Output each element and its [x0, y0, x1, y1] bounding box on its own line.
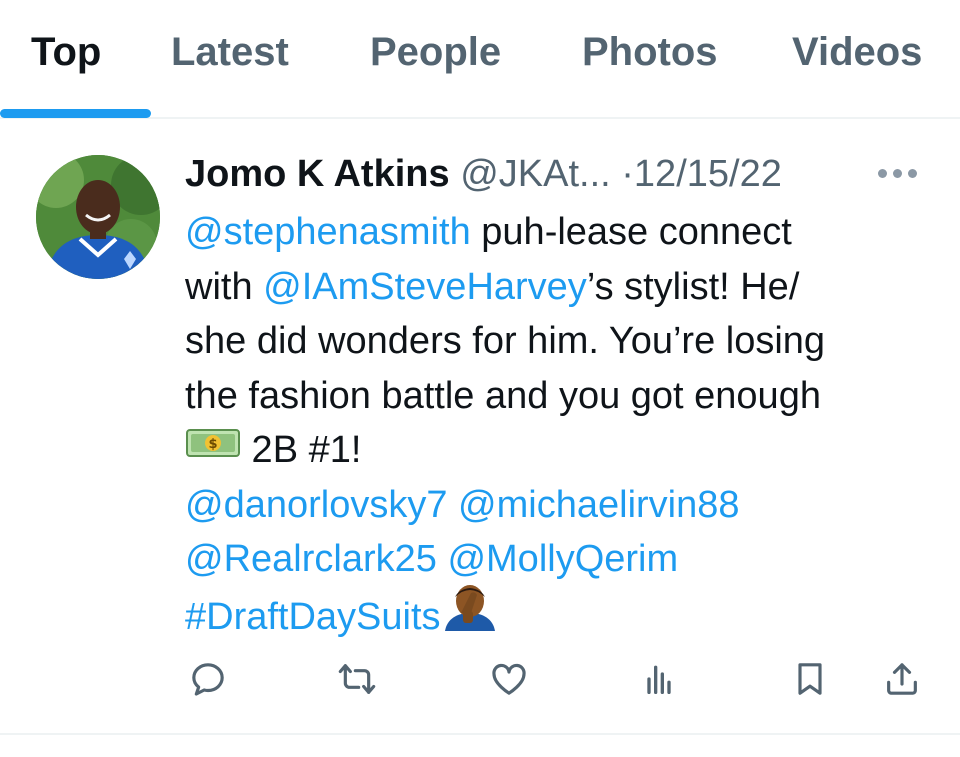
tab-people[interactable]: People: [370, 28, 501, 76]
tweet-header: Jomo K Atkins @JKAt... ·12/15/22: [185, 149, 782, 199]
tweet-text-segment: ’s stylist! He/: [586, 265, 800, 308]
tweet-line: @Realrclark25 @MollyQerim: [185, 532, 945, 587]
tweet-text-segment: 2B #1!: [241, 429, 362, 471]
tweet-line: the fashion battle and you got enough: [185, 374, 821, 417]
mention-link[interactable]: @IAmSteveHarvey: [263, 266, 587, 308]
tweet-text-segment: with: [185, 265, 264, 308]
user-handle[interactable]: @JKAt...: [460, 153, 611, 195]
tweet-text: @stephenasmith puh-lease connect with @I…: [185, 205, 945, 641]
more-options-icon[interactable]: [876, 163, 920, 183]
tweet-date[interactable]: 12/15/22: [634, 153, 782, 195]
like-icon[interactable]: [487, 657, 531, 701]
search-tabs: Top Latest People Photos Videos: [0, 0, 960, 119]
money-with-dollar-bill-emoji: $: [185, 421, 241, 476]
tweet-line: #DraftDaySuits: [185, 584, 945, 642]
tweet-line: @stephenasmith puh-lease connect: [185, 205, 945, 260]
tab-top[interactable]: Top: [31, 28, 101, 76]
bookmark-icon[interactable]: [788, 657, 832, 701]
views-icon[interactable]: [637, 657, 681, 701]
active-tab-indicator: [0, 109, 151, 118]
mention-link[interactable]: @danorlovsky7: [185, 484, 447, 526]
avatar[interactable]: [36, 155, 160, 279]
mention-link[interactable]: @stephenasmith: [185, 211, 471, 253]
tweet-line: @danorlovsky7 @michaelirvin88: [185, 478, 945, 533]
tweet-line: $ 2B #1!: [185, 423, 945, 478]
face-palm-emoji: [441, 583, 499, 647]
tweet-line: she did wonders for him. You’re losing: [185, 320, 826, 362]
retweet-icon[interactable]: [335, 657, 379, 701]
tweet-line: with @IAmSteveHarvey’s stylist! He/: [185, 260, 945, 315]
display-name[interactable]: Jomo K Atkins: [185, 153, 450, 195]
mention-link[interactable]: @MollyQerim: [447, 538, 678, 580]
mention-link[interactable]: @michaelirvin88: [458, 484, 739, 526]
tweet-text-segment: puh-lease connect: [470, 211, 792, 253]
svg-text:$: $: [208, 437, 217, 452]
separator-dot: ·: [621, 153, 634, 195]
tab-videos[interactable]: Videos: [792, 28, 922, 76]
tweet[interactable]: Jomo K Atkins @JKAt... ·12/15/22 @stephe…: [0, 121, 960, 735]
reply-icon[interactable]: [186, 657, 230, 701]
hashtag-link[interactable]: #DraftDaySuits: [185, 595, 441, 637]
tab-photos[interactable]: Photos: [582, 28, 718, 76]
tab-latest[interactable]: Latest: [171, 28, 289, 76]
share-icon[interactable]: [880, 657, 924, 701]
tweet-action-bar: [0, 657, 960, 707]
mention-link[interactable]: @Realrclark25: [185, 538, 437, 580]
